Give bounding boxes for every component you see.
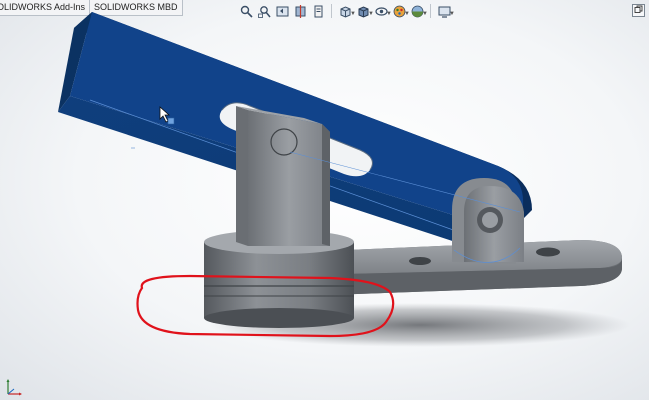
graphics-area[interactable] [0, 0, 649, 400]
coordinate-triad-icon [6, 379, 22, 396]
vertical-bracket [236, 106, 330, 246]
